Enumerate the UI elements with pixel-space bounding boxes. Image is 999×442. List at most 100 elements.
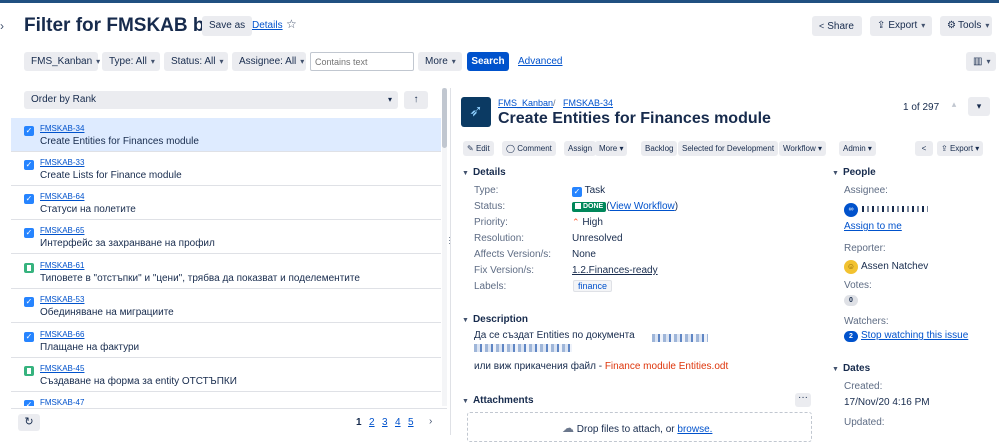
next-issue-button[interactable]: ▾ [968,97,990,116]
check-icon [575,203,581,209]
text-search-input[interactable] [310,52,414,71]
list-item[interactable]: FMSKAB-61 Типовете в "отстъпки" и "цени"… [11,255,441,289]
breadcrumb-project[interactable]: FMS_Kanban [498,98,553,108]
redacted-link[interactable] [474,344,572,352]
issue-key[interactable]: FMSKAB-33 [40,158,84,167]
votes-label: Votes: [844,280,872,291]
share-button[interactable]: < Share [812,16,862,36]
tools-button[interactable]: ⚙ Tools ▾ [940,16,992,36]
issue-summary: Интерфейс за захранване на профил [40,238,215,249]
layout-toggle-button[interactable]: ▥ ▾ [966,52,996,71]
issue-key[interactable]: FMSKAB-45 [40,364,84,373]
details-heading[interactable]: ▼ Details [462,167,506,178]
more-actions-label: More [599,144,618,153]
list-item[interactable]: ✓ FMSKAB-66 Плащане на фактури [11,324,441,358]
list-item[interactable]: FMSKAB-45 Създаване на форма за entity О… [11,358,441,392]
more-filter[interactable]: More ▾ [418,52,462,71]
edit-button[interactable]: ✎ Edit [463,141,494,156]
votes-count[interactable]: 0 [844,295,858,306]
list-item[interactable]: ✓ FMSKAB-33 Create Lists for Finance mod… [11,152,441,186]
task-type-icon: ✓ [24,400,34,406]
fix-version-link[interactable]: 1.2.Finances-ready [572,265,658,276]
people-heading[interactable]: ▼ People [832,167,876,178]
search-button[interactable]: Search [467,52,509,71]
selected-for-development-button[interactable]: Selected for Development [678,141,779,156]
issue-key[interactable]: FMSKAB-34 [40,124,84,133]
chevron-down-icon: ▾ [150,57,155,66]
details-link[interactable]: Details [252,20,283,31]
attachments-heading[interactable]: ▼ Attachments [462,395,534,406]
advanced-link[interactable]: Advanced [518,56,562,67]
project-filter[interactable]: FMS_Kanban ▾ [24,52,101,71]
reporter-name[interactable]: Assen Natchev [861,261,928,272]
page-5[interactable]: 5 [408,417,414,428]
list-item[interactable]: ✓ FMSKAB-64 Статуси на полетите [11,186,441,220]
label-finance[interactable]: finance [573,280,613,292]
breadcrumb-issue-key[interactable]: FMSKAB-34 [563,98,613,108]
issue-key[interactable]: FMSKAB-66 [40,330,84,339]
list-item[interactable]: ✓ FMSKAB-65 Интерфейс за захранване на п… [11,220,441,254]
star-icon[interactable]: ☆ [286,17,297,31]
chevron-down-icon: ▾ [451,57,456,66]
description-text: Да се създат Entities по документа [474,330,635,341]
share-issue-button[interactable]: < [915,141,933,156]
sort-direction-button[interactable]: ↑ [404,91,428,109]
admin-button[interactable]: Admin ▾ [839,141,876,156]
assignee-label: Assignee: [844,185,888,196]
comment-button[interactable]: ◯ Comment [502,141,556,156]
dates-heading[interactable]: ▼ Dates [832,363,870,374]
type-label: Type: [474,185,499,196]
export-button[interactable]: ⇪ Export ▾ [870,16,932,36]
assign-to-me-link[interactable]: Assign to me [844,221,902,232]
sidebar-expand-icon[interactable]: › [0,19,4,33]
issue-key[interactable]: FMSKAB-61 [40,261,84,270]
chevron-down-icon: ▾ [96,57,101,66]
page-3[interactable]: 3 [382,417,388,428]
backlog-button[interactable]: Backlog [641,141,678,156]
status-filter[interactable]: Status: All ▾ [164,52,228,71]
issue-key[interactable]: FMSKAB-64 [40,192,84,201]
refresh-button[interactable]: ↻ [18,414,40,431]
dropzone-label: Drop files to attach, or [576,424,678,435]
view-workflow-link[interactable]: View Workflow [610,201,675,212]
issue-key[interactable]: FMSKAB-47 [40,398,84,406]
issue-summary: Типовете в "отстъпки" и "цени", трябва д… [40,273,360,284]
type-filter[interactable]: Type: All ▾ [102,52,160,71]
previous-issue-icon[interactable]: ▴ [946,99,962,115]
collapse-icon: ▼ [832,170,839,177]
panel-divider[interactable] [450,88,451,435]
browse-link[interactable]: browse. [677,424,712,435]
list-item[interactable]: ✓ FMSKAB-47 [11,392,441,406]
save-as-button[interactable]: Save as [202,16,253,36]
redacted-link[interactable] [652,334,708,342]
assignee-filter[interactable]: Assignee: All ▾ [232,52,306,71]
order-by-dropdown[interactable]: Order by Rank ▾ [24,91,398,109]
next-page-icon[interactable]: › [429,416,432,427]
attachments-more-button[interactable]: ··· [795,393,811,407]
export-issue-button[interactable]: ⇪ Export ▾ [937,141,984,156]
chevron-down-icon: ▾ [619,144,624,153]
attachment-file-link[interactable]: Finance module Entities.odt [605,361,728,372]
workflow-button[interactable]: Workflow ▾ [779,141,826,156]
description-heading[interactable]: ▼ Description [462,314,528,325]
top-accent-bar [0,0,999,3]
watchers-count[interactable]: 2 [844,331,858,342]
page-1[interactable]: 1 [356,417,362,428]
resize-handle-icon[interactable]: · · · [448,233,451,248]
priority-value-text: High [582,217,603,228]
issue-key[interactable]: FMSKAB-53 [40,295,84,304]
list-scrollbar-thumb[interactable] [442,88,447,148]
stop-watching-link[interactable]: Stop watching this issue [861,330,968,341]
chevron-down-icon: ▾ [985,21,990,30]
assign-button[interactable]: Assign [564,141,597,156]
more-actions-button[interactable]: More ▾ [595,141,628,156]
done-badge: DONE [572,202,607,212]
attachments-heading-label: Attachments [472,395,534,406]
affects-version-label: Affects Version/s: [474,249,552,260]
page-4[interactable]: 4 [395,417,401,428]
issue-key[interactable]: FMSKAB-65 [40,226,84,235]
more-icon: ··· [798,392,808,403]
list-item[interactable]: ✓ FMSKAB-53 Обединяване на миграциите [11,289,441,323]
page-2[interactable]: 2 [369,417,375,428]
list-item[interactable]: ✓ FMSKAB-34 Create Entities for Finances… [11,118,441,152]
